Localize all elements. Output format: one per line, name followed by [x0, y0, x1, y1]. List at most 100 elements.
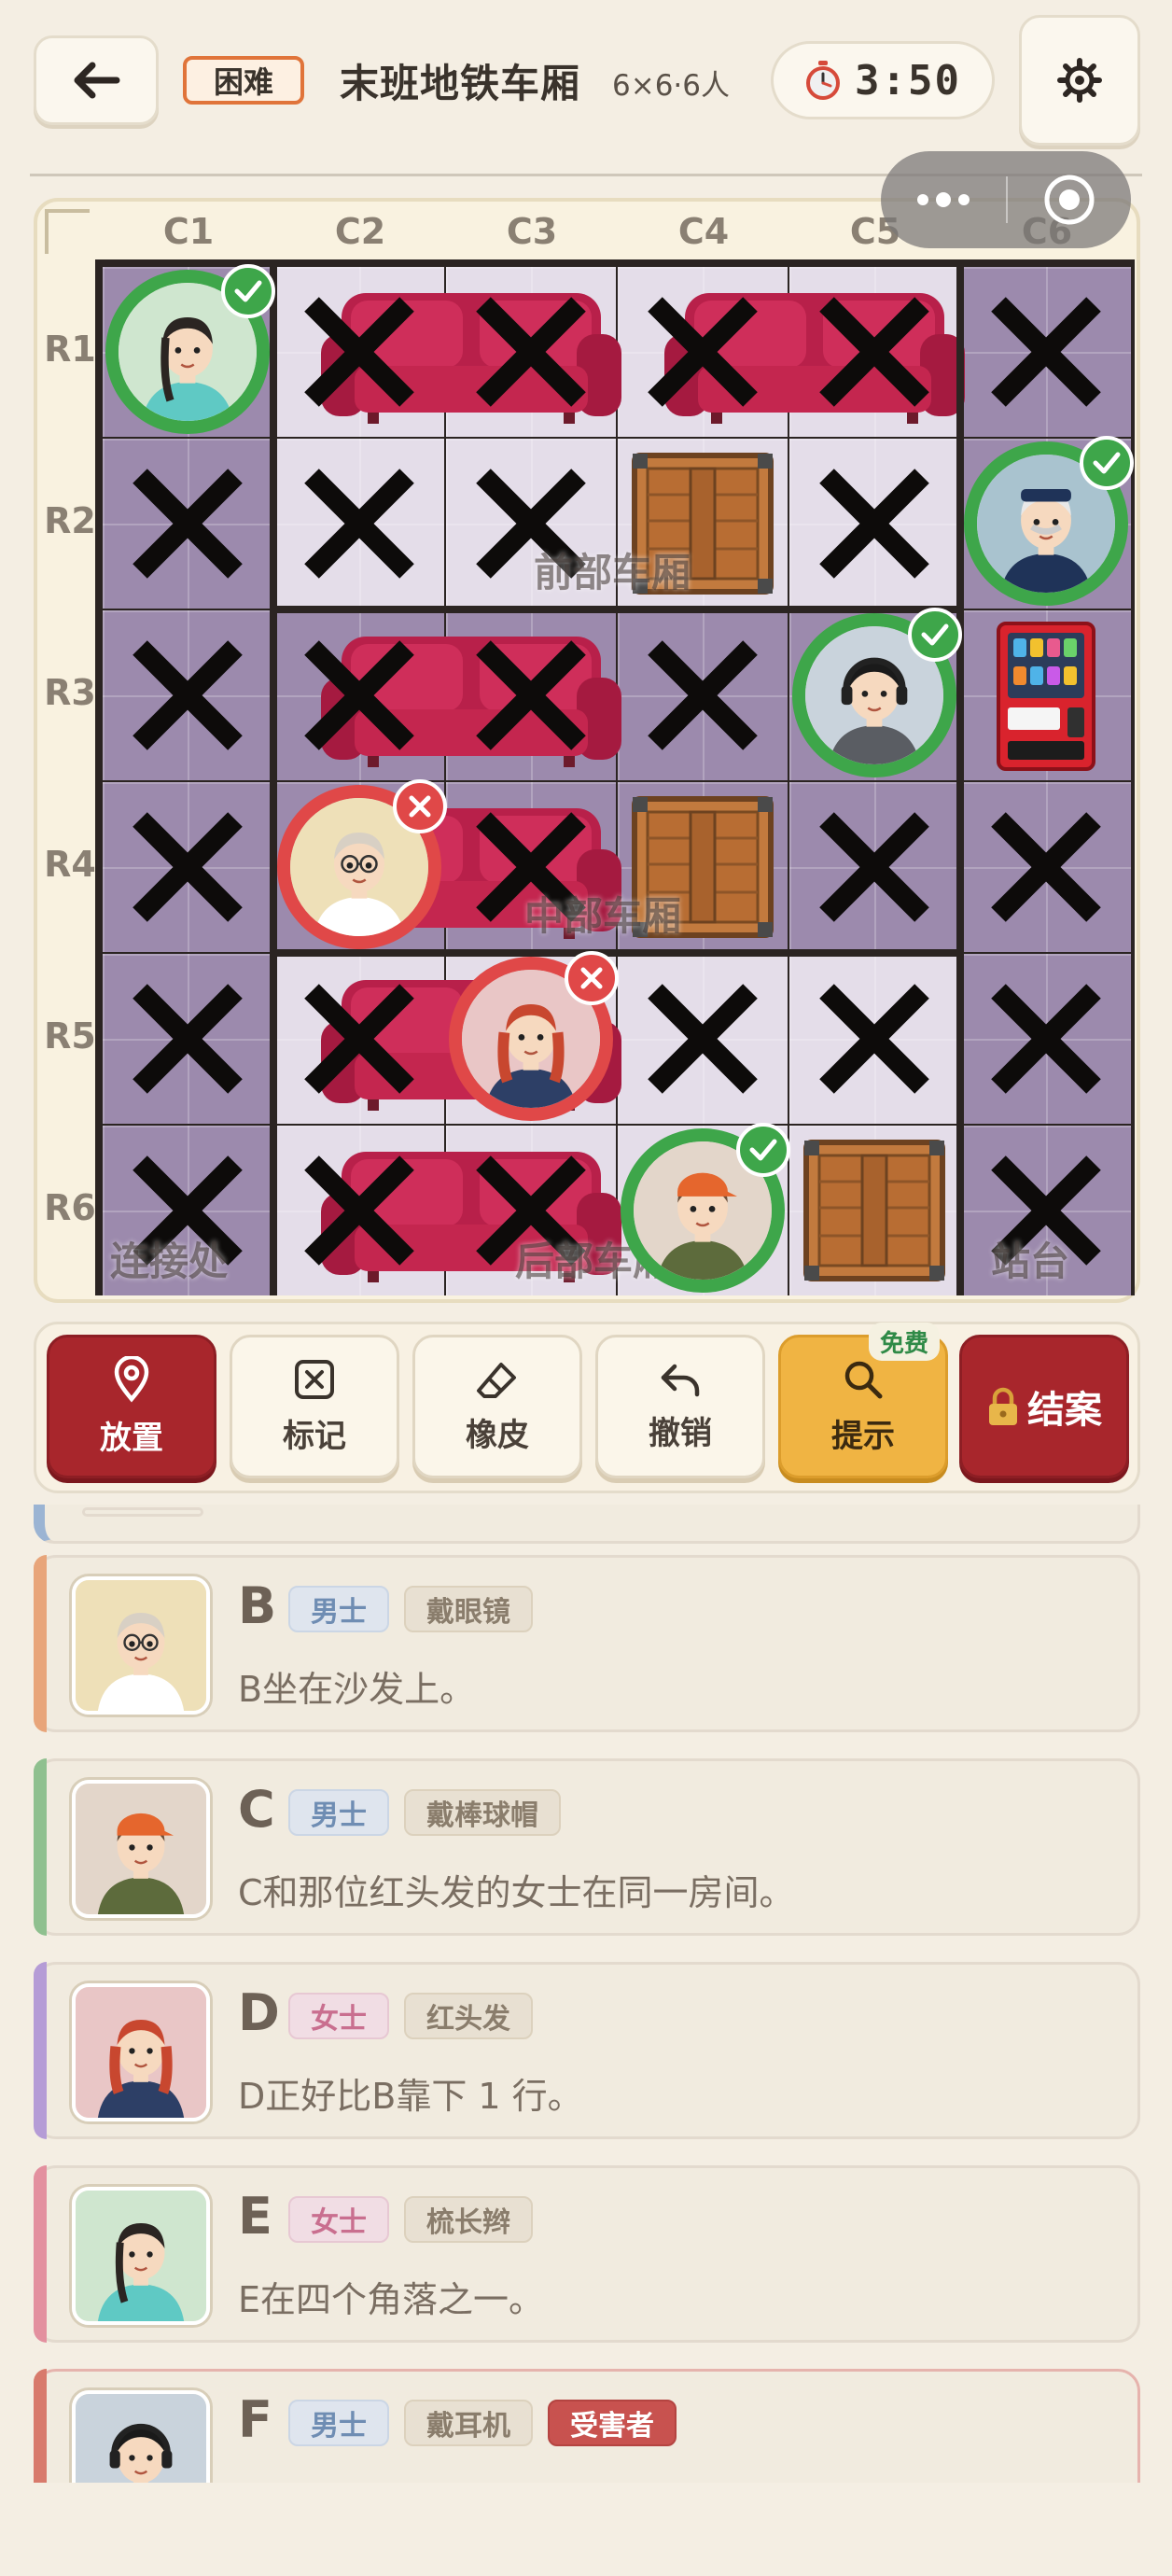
- x-box-icon: [295, 1359, 334, 1399]
- gear-icon: [1057, 58, 1102, 103]
- grid-cell[interactable]: [274, 610, 621, 780]
- grid-cell[interactable]: [274, 439, 444, 609]
- grid-cell[interactable]: [789, 954, 959, 1124]
- mark-tool-button[interactable]: 标记: [230, 1335, 399, 1478]
- room-label: 前部车厢: [534, 550, 691, 595]
- column-label: C3: [506, 211, 558, 252]
- grid-cell[interactable]: [618, 954, 788, 1124]
- x-mark-icon: [819, 469, 929, 579]
- suspect-token[interactable]: [449, 951, 619, 1121]
- suspect-portrait: [72, 1780, 210, 1918]
- mark-tool-label: 标记: [283, 1417, 346, 1455]
- miniprogram-capsule[interactable]: [881, 151, 1131, 248]
- victim-tag: 受害者: [548, 2400, 677, 2446]
- suspect-tags: 男士 戴眼镜: [288, 1586, 533, 1632]
- clue-list[interactable]: B 男士 戴眼镜 B坐在沙发上。 C 男士 戴棒球帽 C和那位红头发的女士在同一…: [0, 1505, 1172, 2483]
- suspect-tags: 男士 戴耳机 受害者: [288, 2400, 677, 2446]
- suspect-portrait: [72, 2390, 210, 2483]
- clue-card[interactable]: C 男士 戴棒球帽 C和那位红头发的女士在同一房间。: [34, 1758, 1140, 1936]
- clue-card[interactable]: E 女士 梳长辫 E在四个角落之一。: [34, 2165, 1140, 2343]
- more-icon[interactable]: [881, 192, 1006, 207]
- grid-cell[interactable]: [961, 782, 1131, 952]
- x-mark-icon: [819, 984, 929, 1094]
- eraser-tool-label: 橡皮: [466, 1416, 529, 1454]
- column-label: C2: [334, 211, 386, 252]
- x-mark-icon: [304, 297, 414, 407]
- trait-tag: 梳长辫: [404, 2196, 533, 2243]
- column-label: C4: [677, 211, 730, 252]
- x-mark-icon: [819, 297, 929, 407]
- clue-card[interactable]: B 男士 戴眼镜 B坐在沙发上。: [34, 1555, 1140, 1732]
- x-mark-icon: [304, 640, 414, 750]
- check-icon: [921, 623, 949, 646]
- grid-cell[interactable]: [446, 267, 616, 437]
- suspect-letter: F: [238, 2390, 272, 2449]
- suspect-token[interactable]: [792, 608, 962, 777]
- grid-cell[interactable]: [274, 1126, 621, 1295]
- grid-cell[interactable]: [103, 439, 272, 609]
- clue-card[interactable]: D 女士 红头发 D正好比B靠下 1 行。: [34, 1962, 1140, 2139]
- suspect-token[interactable]: [964, 436, 1134, 606]
- search-icon: [844, 1361, 883, 1398]
- row-label: R4: [44, 844, 96, 885]
- grid-cell[interactable]: [789, 267, 959, 437]
- suspect-token[interactable]: [621, 1123, 790, 1293]
- puzzle-size: 6×6·6人: [612, 69, 730, 103]
- column-label: C1: [162, 211, 215, 252]
- row-label: R1: [44, 329, 96, 370]
- close-target-icon[interactable]: [1008, 172, 1131, 228]
- clue-accent-bar: [34, 1962, 47, 2139]
- clue-card-partial: [34, 1505, 1140, 1544]
- solve-button[interactable]: 结案: [959, 1335, 1129, 1478]
- gender-tag: 男士: [288, 2400, 389, 2446]
- hint-button[interactable]: 免费 提示: [778, 1323, 948, 1478]
- wrong-icon: [580, 967, 603, 989]
- room-label: 连接处: [110, 1239, 229, 1284]
- trait-tag: 戴耳机: [404, 2400, 533, 2446]
- place-tool-button[interactable]: 放置: [47, 1335, 216, 1478]
- clue-accent-bar: [34, 1555, 47, 1732]
- x-mark-icon: [304, 1155, 414, 1266]
- grid-cell[interactable]: [103, 782, 272, 952]
- clue-card[interactable]: F 男士 戴耳机 受害者 「受害者」F坐在他之前待的位置上。: [34, 2369, 1140, 2483]
- grid-cell[interactable]: [103, 954, 272, 1124]
- grid-cell[interactable]: [446, 610, 616, 780]
- suspect-portrait: [72, 1576, 210, 1715]
- grid-cell[interactable]: [789, 1126, 959, 1295]
- difficulty-badge: 困难: [183, 56, 304, 105]
- row-label: R3: [44, 672, 96, 713]
- x-mark-icon: [133, 469, 243, 579]
- grid-cell[interactable]: [961, 610, 1131, 780]
- trait-tag: 戴眼镜: [404, 1586, 533, 1632]
- x-mark-icon: [133, 984, 243, 1094]
- timer-value: 3:50: [855, 56, 961, 105]
- settings-button[interactable]: [1019, 15, 1140, 146]
- undo-button[interactable]: 撤销: [595, 1335, 765, 1478]
- grid-cell[interactable]: [789, 782, 959, 952]
- board-corner-mark: [45, 209, 90, 254]
- suspect-token[interactable]: [277, 779, 447, 949]
- suspect-token[interactable]: [105, 264, 275, 434]
- eraser-tool-button[interactable]: 橡皮: [412, 1335, 582, 1478]
- grid-cell[interactable]: [274, 267, 621, 437]
- grid-cell[interactable]: [103, 610, 272, 780]
- gender-tag: 女士: [288, 2196, 389, 2243]
- free-badge: 免费: [868, 1323, 940, 1361]
- grid-cell[interactable]: [789, 439, 959, 609]
- x-mark-icon: [476, 640, 586, 750]
- puzzle-grid: 前部车厢 中部车厢 后部车厢 连接处 站台: [95, 259, 1135, 1295]
- suspect-portrait: [72, 1983, 210, 2121]
- grid-cell[interactable]: [274, 954, 621, 1124]
- trait-tag: 红头发: [404, 1993, 533, 2039]
- gender-tag: 女士: [288, 1993, 389, 2039]
- grid-cell[interactable]: [618, 610, 788, 780]
- gender-tag: 男士: [288, 1586, 389, 1632]
- grid-cell[interactable]: [618, 267, 965, 437]
- grid-cell[interactable]: [961, 954, 1131, 1124]
- back-button[interactable]: [34, 35, 159, 125]
- clue-text: E在四个角落之一。: [238, 2279, 545, 2320]
- undo-icon: [661, 1364, 700, 1396]
- grid-cell[interactable]: [961, 267, 1131, 437]
- wooden-crate-icon: [803, 1140, 945, 1281]
- bottom-area: [0, 2483, 1172, 2576]
